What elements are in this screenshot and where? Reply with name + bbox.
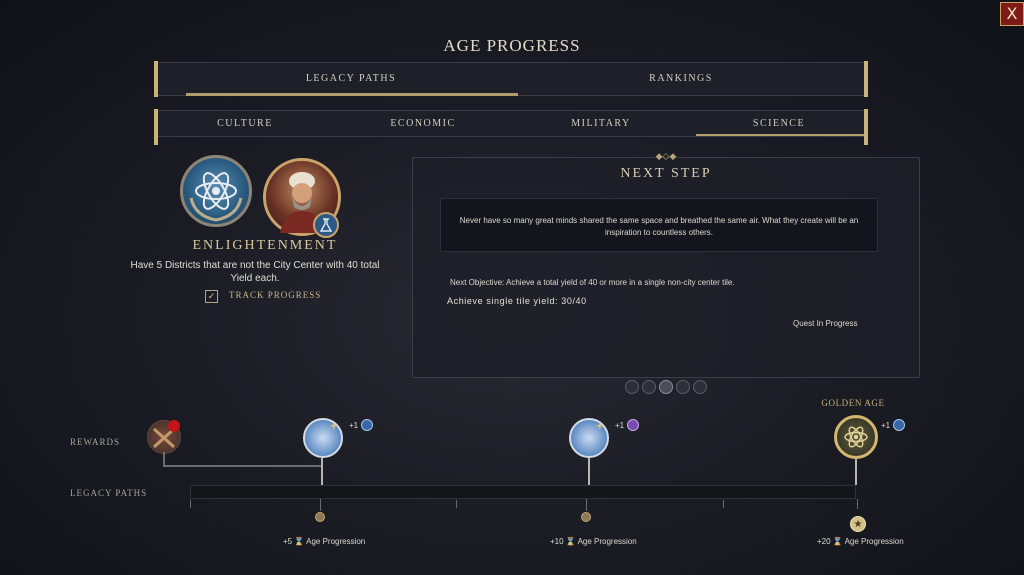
tab-culture[interactable]: CULTURE bbox=[156, 111, 334, 136]
hourglass-icon: ⌛ bbox=[832, 537, 843, 546]
connector-line bbox=[163, 465, 321, 467]
ornament-icon: ◆◇◆ bbox=[655, 151, 677, 161]
plus-icon: + bbox=[596, 418, 604, 433]
marker-stem bbox=[857, 499, 858, 509]
track-progress-checkbox[interactable]: ✓ bbox=[205, 290, 218, 303]
milestone-marker bbox=[315, 512, 325, 522]
tab-rankings[interactable]: RANKINGS bbox=[516, 63, 846, 95]
pager-dot[interactable] bbox=[693, 380, 707, 394]
reward-badge-text: +1 bbox=[615, 421, 625, 430]
objective-progress: Achieve single tile yield: 30/40 bbox=[447, 296, 587, 306]
next-objective: Next Objective: Achieve a total yield of… bbox=[450, 278, 735, 287]
bar-tick bbox=[190, 500, 191, 508]
marker-stem bbox=[320, 499, 321, 511]
next-step-title: NEXT STEP bbox=[620, 166, 712, 181]
golden-age-reward-icon[interactable] bbox=[834, 415, 878, 459]
achievement-description: Have 5 Districts that are not the City C… bbox=[130, 260, 380, 284]
science-yield-icon bbox=[893, 419, 905, 431]
reward-badge-text: +1 bbox=[349, 421, 359, 430]
milestone-label: +5 ⌛ Age Progression bbox=[283, 537, 366, 546]
reward-badge-text: +1 bbox=[881, 421, 891, 430]
milestone-stem bbox=[321, 458, 323, 485]
quote-text: Never have so many great minds shared th… bbox=[459, 216, 859, 237]
close-button[interactable]: X bbox=[1000, 2, 1024, 26]
tab-science[interactable]: SCIENCE bbox=[690, 111, 868, 136]
pager-dot[interactable] bbox=[642, 380, 656, 394]
bar-tick bbox=[456, 500, 457, 508]
culture-yield-icon bbox=[627, 419, 639, 431]
milestone-label: +10 ⌛ Age Progression bbox=[550, 537, 637, 546]
tab-military[interactable]: MILITARY bbox=[512, 111, 690, 136]
alert-badge bbox=[168, 420, 180, 432]
legacy-progress-bar bbox=[190, 485, 856, 499]
milestone-stem bbox=[855, 459, 857, 485]
golden-age-label: GOLDEN AGE bbox=[821, 398, 885, 408]
achievement-name: ENLIGHTENMENT bbox=[192, 238, 338, 253]
milestone-label: +20 ⌛ Age Progression bbox=[817, 537, 904, 546]
main-tab-bar: LEGACY PATHS RANKINGS bbox=[154, 61, 868, 97]
pager-dot[interactable] bbox=[625, 380, 639, 394]
hourglass-icon: ⌛ bbox=[565, 537, 576, 546]
golden-star-icon: ★ bbox=[850, 516, 866, 532]
bar-tick bbox=[723, 500, 724, 508]
next-step-panel bbox=[412, 157, 920, 378]
legacy-paths-label: LEGACY PATHS bbox=[70, 488, 148, 498]
pager-dot[interactable] bbox=[676, 380, 690, 394]
science-yield-icon bbox=[361, 419, 373, 431]
pager-dot-active[interactable] bbox=[659, 380, 673, 394]
rewards-label: REWARDS bbox=[70, 437, 121, 447]
tab-economic[interactable]: ECONOMIC bbox=[334, 111, 512, 136]
tab-legacy-paths[interactable]: LEGACY PATHS bbox=[186, 63, 516, 95]
page-title: AGE PROGRESS bbox=[443, 36, 581, 55]
active-subtab-indicator bbox=[696, 134, 866, 136]
science-flask-icon bbox=[313, 212, 339, 238]
milestone-marker bbox=[581, 512, 591, 522]
milestone-stem bbox=[588, 458, 590, 485]
plus-icon: + bbox=[330, 418, 338, 433]
quest-status: Quest In Progress bbox=[793, 319, 858, 328]
track-progress-label[interactable]: TRACK PROGRESS bbox=[229, 290, 321, 300]
hourglass-icon: ⌛ bbox=[294, 537, 305, 546]
active-tab-indicator bbox=[186, 93, 518, 96]
atom-wreath-icon bbox=[180, 155, 252, 227]
legacy-path-tab-bar: CULTURE ECONOMIC MILITARY SCIENCE bbox=[154, 109, 868, 145]
marker-stem bbox=[586, 499, 587, 511]
